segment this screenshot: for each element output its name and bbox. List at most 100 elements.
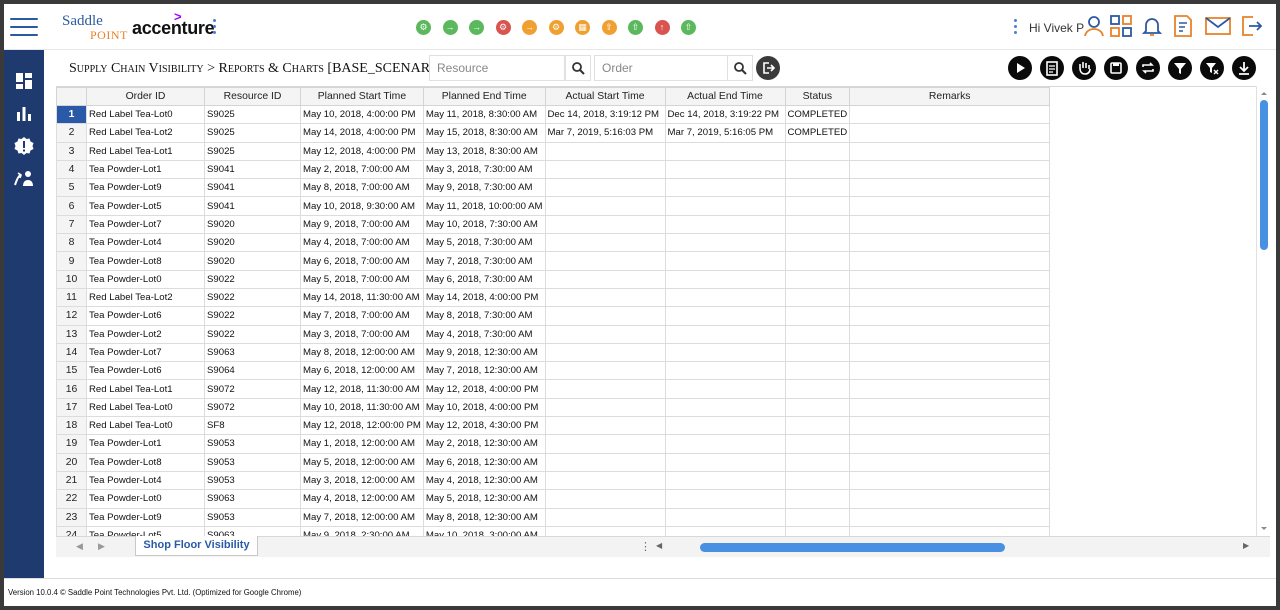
table-cell[interactable]: May 14, 2018, 4:00:00 PM	[422, 287, 546, 308]
scroll-up-icon[interactable]	[1257, 88, 1271, 98]
table-cell[interactable]	[544, 416, 666, 436]
table-cell[interactable]	[544, 452, 666, 472]
task-list-button[interactable]	[1040, 56, 1064, 80]
table-cell[interactable]	[849, 397, 1051, 418]
table-cell[interactable]	[849, 342, 1051, 363]
row-number[interactable]: 18	[56, 416, 87, 436]
table-cell[interactable]	[849, 123, 1051, 143]
table-cell[interactable]	[664, 324, 786, 344]
table-cell[interactable]: May 9, 2018, 7:00:00 AM	[300, 214, 424, 235]
table-cell[interactable]: May 14, 2018, 4:00:00 PM	[300, 123, 424, 143]
table-cell[interactable]: Red Label Tea-Lot0	[86, 104, 205, 125]
table-cell[interactable]: May 5, 2018, 7:00:00 AM	[300, 269, 424, 289]
table-cell[interactable]: S9041	[204, 159, 301, 180]
vertical-scroll-thumb[interactable]	[1260, 100, 1268, 250]
gear-icon[interactable]: ⚙	[548, 20, 564, 35]
row-number[interactable]: 6	[56, 196, 87, 216]
column-header[interactable]: Resource ID	[204, 87, 301, 106]
table-row[interactable]: 6 Tea Powder-Lot5 S9041 May 10, 2018, 9:30:…	[56, 196, 1051, 216]
table-cell[interactable]: S9020	[204, 233, 301, 253]
table-cell[interactable]: May 6, 2018, 12:30:00 AM	[422, 452, 546, 472]
table-cell[interactable]: Tea Powder-Lot1	[86, 434, 205, 454]
upload-icon[interactable]: ⇧	[681, 20, 696, 35]
order-search-field[interactable]	[594, 55, 728, 81]
table-cell[interactable]	[849, 269, 1051, 289]
table-cell[interactable]: Red Label Tea-Lot0	[86, 397, 205, 418]
grid-icon[interactable]: ▦	[575, 20, 590, 35]
arrow-up-icon[interactable]: ↑	[654, 20, 670, 35]
alert-badge-icon[interactable]	[13, 135, 35, 157]
sheet-prev-icon[interactable]: ◀	[76, 541, 83, 552]
report-help-icon[interactable]	[1171, 14, 1195, 38]
table-cell[interactable]: Tea Powder-Lot4	[86, 470, 205, 491]
table-cell[interactable]: S9020	[204, 214, 301, 235]
arrow-right-icon[interactable]: →	[469, 20, 484, 35]
table-row[interactable]: 20 Tea Powder-Lot8 S9053 May 5, 2018, 12:00…	[56, 452, 1051, 472]
table-row[interactable]: 1 Red Label Tea-Lot0 S9025 May 10, 2018, 4:…	[56, 104, 1051, 125]
table-cell[interactable]: Tea Powder-Lot7	[86, 342, 205, 363]
table-cell[interactable]: May 5, 2018, 7:30:00 AM	[422, 233, 546, 253]
order-search-button[interactable]	[727, 55, 753, 81]
table-row[interactable]: 13 Tea Powder-Lot2 S9022 May 3, 2018, 7:00:…	[56, 324, 1051, 344]
table-cell[interactable]	[849, 178, 1051, 198]
table-cell[interactable]	[664, 489, 786, 509]
vertical-scrollbar[interactable]	[1256, 86, 1270, 536]
table-cell[interactable]	[784, 287, 851, 308]
table-cell[interactable]: S9041	[204, 196, 301, 216]
table-cell[interactable]: May 4, 2018, 12:30:00 AM	[422, 470, 546, 491]
gear-icon[interactable]: ⚙	[416, 20, 431, 35]
table-row[interactable]: 10 Tea Powder-Lot0 S9022 May 5, 2018, 7:00:…	[56, 269, 1051, 289]
table-cell[interactable]	[849, 104, 1051, 125]
table-cell[interactable]	[544, 361, 666, 381]
table-cell[interactable]: May 9, 2018, 12:30:00 AM	[422, 342, 546, 363]
row-number[interactable]: 9	[56, 251, 87, 271]
row-number[interactable]: 17	[56, 397, 87, 418]
table-cell[interactable]	[664, 361, 786, 381]
table-cell[interactable]	[849, 233, 1051, 253]
table-cell[interactable]: S9053	[204, 452, 301, 472]
table-cell[interactable]: May 4, 2018, 7:30:00 AM	[422, 324, 546, 344]
table-cell[interactable]	[664, 306, 786, 326]
table-cell[interactable]: May 5, 2018, 12:30:00 AM	[422, 489, 546, 509]
sheet-tab-shop-floor[interactable]: Shop Floor Visibility	[135, 536, 258, 556]
table-cell[interactable]	[784, 452, 851, 472]
table-cell[interactable]: Mar 7, 2019, 5:16:03 PM	[544, 123, 666, 143]
row-number[interactable]: 12	[56, 306, 87, 326]
table-cell[interactable]	[784, 342, 851, 363]
table-cell[interactable]: S9072	[204, 379, 301, 399]
notification-bell-icon[interactable]	[1140, 14, 1164, 38]
table-cell[interactable]	[849, 214, 1051, 235]
table-cell[interactable]	[544, 470, 666, 491]
table-cell[interactable]	[784, 361, 851, 381]
table-row[interactable]: 23 Tea Powder-Lot9 S9053 May 7, 2018, 12:00…	[56, 507, 1051, 527]
table-row[interactable]: 5 Tea Powder-Lot9 S9041 May 8, 2018, 7:00:0…	[56, 178, 1051, 198]
arrow-right-icon[interactable]: →	[442, 20, 458, 35]
apps-grid-icon[interactable]	[1109, 14, 1133, 38]
stop-button[interactable]	[1072, 56, 1096, 80]
hamburger-menu-icon[interactable]	[10, 16, 38, 38]
table-cell[interactable]: S9022	[204, 269, 301, 289]
table-cell[interactable]: S9063	[204, 525, 301, 536]
table-cell[interactable]	[664, 470, 786, 491]
table-cell[interactable]	[664, 507, 786, 527]
table-cell[interactable]: Tea Powder-Lot6	[86, 361, 205, 381]
table-cell[interactable]	[664, 269, 786, 289]
more-vertical-icon[interactable]	[1014, 19, 1017, 37]
table-cell[interactable]: S9025	[204, 141, 301, 161]
table-cell[interactable]	[664, 287, 786, 308]
table-cell[interactable]	[784, 324, 851, 344]
table-cell[interactable]	[784, 416, 851, 436]
table-cell[interactable]	[784, 434, 851, 454]
table-cell[interactable]: S9064	[204, 361, 301, 381]
table-cell[interactable]	[784, 306, 851, 326]
table-row[interactable]: 16 Red Label Tea-Lot1 S9072 May 12, 2018, 1…	[56, 379, 1051, 399]
table-cell[interactable]: May 12, 2018, 4:00:00 PM	[422, 379, 546, 399]
row-number[interactable]: 7	[56, 214, 87, 235]
table-cell[interactable]: May 7, 2018, 7:30:00 AM	[422, 251, 546, 271]
table-cell[interactable]: May 14, 2018, 11:30:00 AM	[300, 287, 424, 308]
table-cell[interactable]	[664, 416, 786, 436]
table-cell[interactable]: May 12, 2018, 4:30:00 PM	[422, 416, 546, 436]
table-cell[interactable]: May 10, 2018, 4:00:00 PM	[300, 104, 424, 125]
table-cell[interactable]: SF8	[204, 416, 301, 436]
table-cell[interactable]: COMPLETED	[784, 123, 851, 143]
